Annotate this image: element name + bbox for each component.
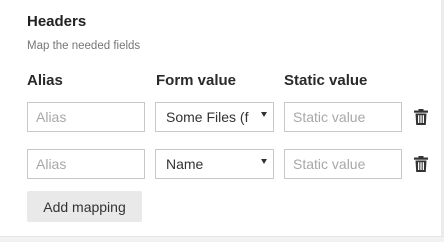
- mapping-row: Name: [0, 149, 444, 181]
- form-value-select[interactable]: Name: [155, 149, 274, 179]
- form-value-selected: Name: [166, 156, 204, 172]
- trash-icon[interactable]: [414, 156, 428, 172]
- headers-mapping-panel: Headers Map the needed fields Alias Form…: [0, 0, 444, 242]
- chevron-down-icon: [261, 159, 267, 164]
- mapping-row: Some Files (f: [0, 102, 444, 134]
- form-value-select[interactable]: Some Files (f: [155, 102, 274, 132]
- column-header-alias: Alias: [27, 72, 63, 89]
- alias-input[interactable]: [27, 102, 145, 132]
- static-value-input[interactable]: [284, 102, 402, 132]
- section-subtitle: Map the needed fields: [27, 40, 141, 52]
- alias-input[interactable]: [27, 149, 145, 179]
- trash-icon[interactable]: [414, 109, 428, 125]
- section-title: Headers: [27, 13, 87, 30]
- panel-bottom-border: [0, 236, 444, 242]
- add-mapping-button[interactable]: Add mapping: [27, 191, 142, 222]
- form-value-selected: Some Files (f: [166, 109, 249, 125]
- column-header-static-value: Static value: [284, 72, 368, 89]
- chevron-down-icon: [261, 112, 267, 117]
- column-header-form-value: Form value: [156, 72, 237, 89]
- static-value-input[interactable]: [284, 149, 402, 179]
